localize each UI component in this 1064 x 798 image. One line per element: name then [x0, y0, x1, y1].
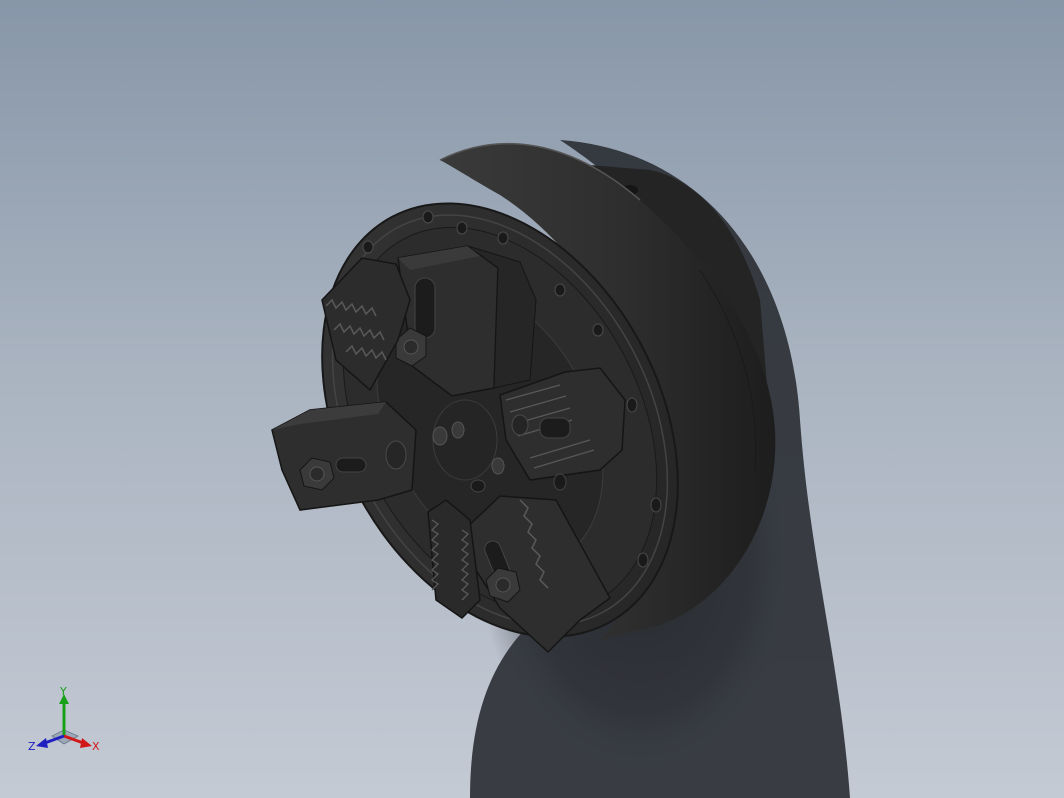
- z-axis-label: Z: [28, 740, 36, 753]
- y-axis-label: Y: [59, 686, 67, 698]
- jaw-left[interactable]: [271, 401, 417, 511]
- chuck-model[interactable]: [0, 0, 1064, 798]
- axis-triad: Y X Z: [28, 686, 100, 753]
- x-axis-label: X: [92, 740, 100, 753]
- graphics-viewport[interactable]: Y X Z: [0, 0, 1064, 798]
